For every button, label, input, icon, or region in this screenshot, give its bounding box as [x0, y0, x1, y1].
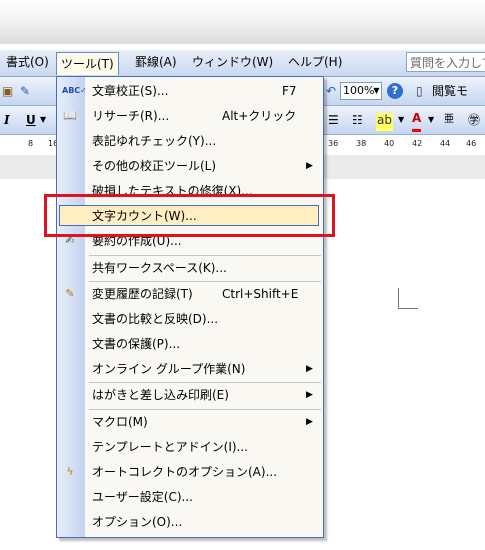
- menu-item-online-collaboration[interactable]: オンライン グループ作業(N) ▶: [57, 357, 323, 381]
- bullets-icon[interactable]: ☷: [352, 111, 363, 129]
- ruler-number: 44: [440, 139, 451, 148]
- window-title-strip: [0, 0, 485, 44]
- track-changes-icon: ✎: [65, 287, 75, 300]
- menu-item-label: オプション(O)...: [92, 515, 183, 529]
- menu-item-label: オートコレクトのオプション(A)...: [92, 465, 278, 479]
- menu-item-autocorrect-options[interactable]: ϟ オートコレクトのオプション(A)...: [57, 460, 323, 484]
- menu-item-notation-check[interactable]: 表記ゆれチェック(Y)...: [57, 129, 323, 153]
- menu-item-label: はがきと差し込み印刷(E): [92, 388, 229, 402]
- menu-item-shortcut: Ctrl+Shift+E: [222, 287, 299, 301]
- text-boundary-corner: [398, 308, 418, 309]
- menu-item-label: 表記ゆれチェック(Y)...: [92, 134, 217, 148]
- menu-item-options[interactable]: オプション(O)...: [57, 510, 323, 534]
- chevron-down-icon[interactable]: ▼: [40, 111, 46, 129]
- menu-item-macro[interactable]: マクロ(M) ▶: [57, 410, 323, 434]
- menu-item-track-changes[interactable]: ✎ 変更履歴の記録(T) Ctrl+Shift+E: [57, 282, 323, 306]
- menu-tools[interactable]: ツール(T): [56, 52, 119, 75]
- ruler-number: 38: [356, 139, 367, 148]
- menu-format[interactable]: 書式(O): [2, 53, 53, 71]
- ruler-number: 40: [384, 139, 395, 148]
- menu-item-research[interactable]: 📖 リサーチ(R)... Alt+クリック: [57, 104, 323, 128]
- menu-item-label: その他の校正ツール(L): [92, 159, 217, 173]
- read-mode-button[interactable]: 閲覧モ: [432, 82, 468, 100]
- help-icon[interactable]: ?: [387, 83, 403, 99]
- menu-item-label: リサーチ(R)...: [92, 109, 170, 123]
- highlight-icon[interactable]: ab: [376, 113, 393, 131]
- submenu-arrow-icon: ▶: [306, 161, 313, 171]
- menu-item-label: 共有ワークスペース(K)...: [92, 261, 227, 275]
- phonetic-guide-icon[interactable]: 亜: [444, 111, 454, 129]
- ruler-number: 42: [412, 139, 423, 148]
- menu-item-label: マクロ(M): [92, 415, 148, 429]
- text-boundary-corner: [398, 288, 399, 308]
- undo-icon[interactable]: ↶: [326, 82, 336, 100]
- menu-item-mail-merge[interactable]: はがきと差し込み印刷(E) ▶: [57, 383, 323, 407]
- autocorrect-lightning-icon: ϟ: [66, 465, 74, 478]
- chevron-down-icon[interactable]: ▼: [398, 111, 404, 129]
- format-painter-icon[interactable]: ✎: [20, 82, 30, 100]
- menu-borders[interactable]: 罫線(A): [131, 53, 181, 71]
- font-color-icon[interactable]: A: [412, 111, 422, 132]
- menu-item-compare-merge[interactable]: 文書の比較と反映(D)...: [57, 307, 323, 331]
- annotation-highlight-box: [44, 194, 335, 237]
- menu-item-shortcut: F7: [282, 84, 297, 98]
- menu-item-protect-document[interactable]: 文書の保護(P)...: [57, 332, 323, 356]
- menu-item-label: 文書の比較と反映(D)...: [92, 312, 219, 326]
- enclose-character-icon[interactable]: ㊫: [468, 111, 480, 129]
- submenu-arrow-icon: ▶: [306, 417, 313, 427]
- italic-button[interactable]: I: [4, 111, 10, 129]
- chevron-down-icon[interactable]: ▼: [372, 83, 381, 99]
- menu-item-templates-addins[interactable]: テンプレートとアドイン(I)...: [57, 435, 323, 459]
- ruler-number: 46: [466, 139, 477, 148]
- menu-item-shared-workspace[interactable]: 共有ワークスペース(K)...: [57, 256, 323, 280]
- menu-item-label: 文書の保護(P)...: [92, 337, 181, 351]
- ruler-number: 36: [328, 139, 339, 148]
- underline-button[interactable]: U: [26, 111, 36, 129]
- ruler-number: 8: [28, 139, 34, 148]
- tools-dropdown-menu: ABC✓ 文章校正(S)... F7 📖 リサーチ(R)... Alt+クリック…: [56, 76, 324, 538]
- spelling-abc-check-icon: ABC✓: [62, 86, 87, 95]
- chevron-down-icon[interactable]: ▼: [428, 111, 434, 129]
- help-search-input[interactable]: 質問を入力して: [406, 52, 485, 72]
- research-book-icon: 📖: [63, 109, 77, 122]
- menu-item-label: オンライン グループ作業(N): [92, 362, 246, 376]
- menu-item-shortcut: Alt+クリック: [222, 109, 297, 123]
- menu-item-label: 変更履歴の記録(T): [92, 287, 193, 301]
- menu-item-other-proofing[interactable]: その他の校正ツール(L) ▶: [57, 154, 323, 178]
- read-mode-icon[interactable]: ▯: [416, 82, 423, 100]
- menu-item-label: 文章校正(S)...: [92, 84, 169, 98]
- menu-item-label: テンプレートとアドイン(I)...: [92, 440, 248, 454]
- submenu-arrow-icon: ▶: [306, 364, 313, 374]
- menu-item-label: ユーザー設定(C)...: [92, 490, 193, 504]
- menu-item-customize[interactable]: ユーザー設定(C)...: [57, 485, 323, 509]
- paste-icon[interactable]: ▣: [2, 82, 13, 100]
- menu-help[interactable]: ヘルプ(H): [284, 53, 346, 71]
- submenu-arrow-icon: ▶: [306, 390, 313, 400]
- menu-window[interactable]: ウィンドウ(W): [188, 53, 277, 71]
- numbering-icon[interactable]: ☰: [328, 111, 339, 129]
- menu-item-spelling[interactable]: ABC✓ 文章校正(S)... F7: [57, 79, 323, 103]
